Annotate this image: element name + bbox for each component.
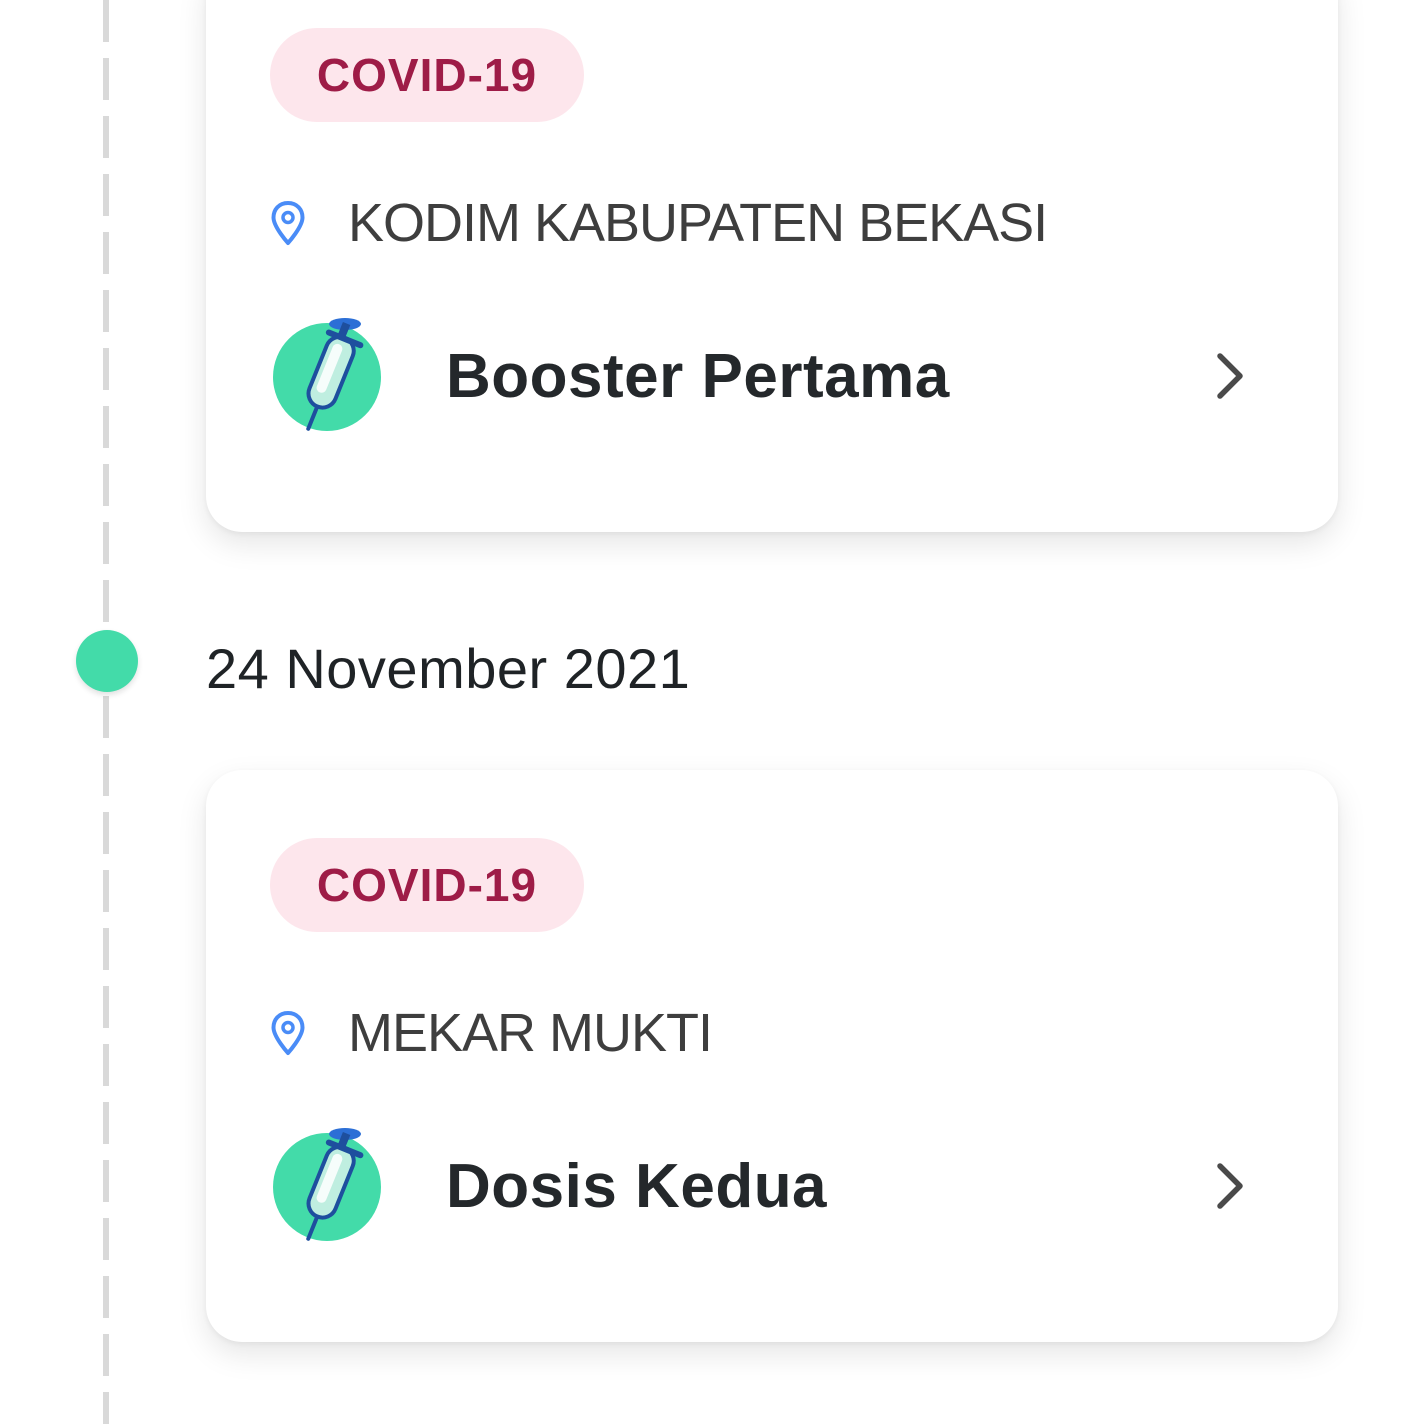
location-row: KODIM KABUPATEN BEKASI [270, 188, 1048, 258]
location-pin-icon [271, 201, 305, 245]
location-row: MEKAR MUKTI [270, 998, 713, 1068]
timeline-date: 24 November 2021 [206, 637, 691, 700]
location-name: KODIM KABUPATEN BEKASI [348, 193, 1048, 253]
location-name: MEKAR MUKTI [348, 1003, 713, 1063]
timeline-line [103, 0, 109, 1424]
vaccine-type-badge: COVID-19 [270, 28, 584, 122]
dose-title: Booster Pertama [446, 341, 950, 411]
vaccine-type-badge: COVID-19 [270, 838, 584, 932]
dose-row[interactable]: Dosis Kedua [270, 1123, 1248, 1249]
chevron-right-icon [1217, 353, 1243, 399]
syringe-icon [273, 318, 381, 431]
dose-title: Dosis Kedua [446, 1151, 828, 1221]
location-pin-icon [271, 1011, 305, 1055]
timeline-dot [76, 630, 138, 692]
chevron-right-icon [1217, 1163, 1243, 1209]
syringe-icon [273, 1128, 381, 1241]
dose-row[interactable]: Booster Pertama [270, 313, 1248, 439]
vaccination-card[interactable]: COVID-19 MEKAR MUKTI Dosis Kedua [206, 770, 1338, 1342]
vaccination-card[interactable]: COVID-19 KODIM KABUPATEN BEKASI Booster … [206, 0, 1338, 532]
